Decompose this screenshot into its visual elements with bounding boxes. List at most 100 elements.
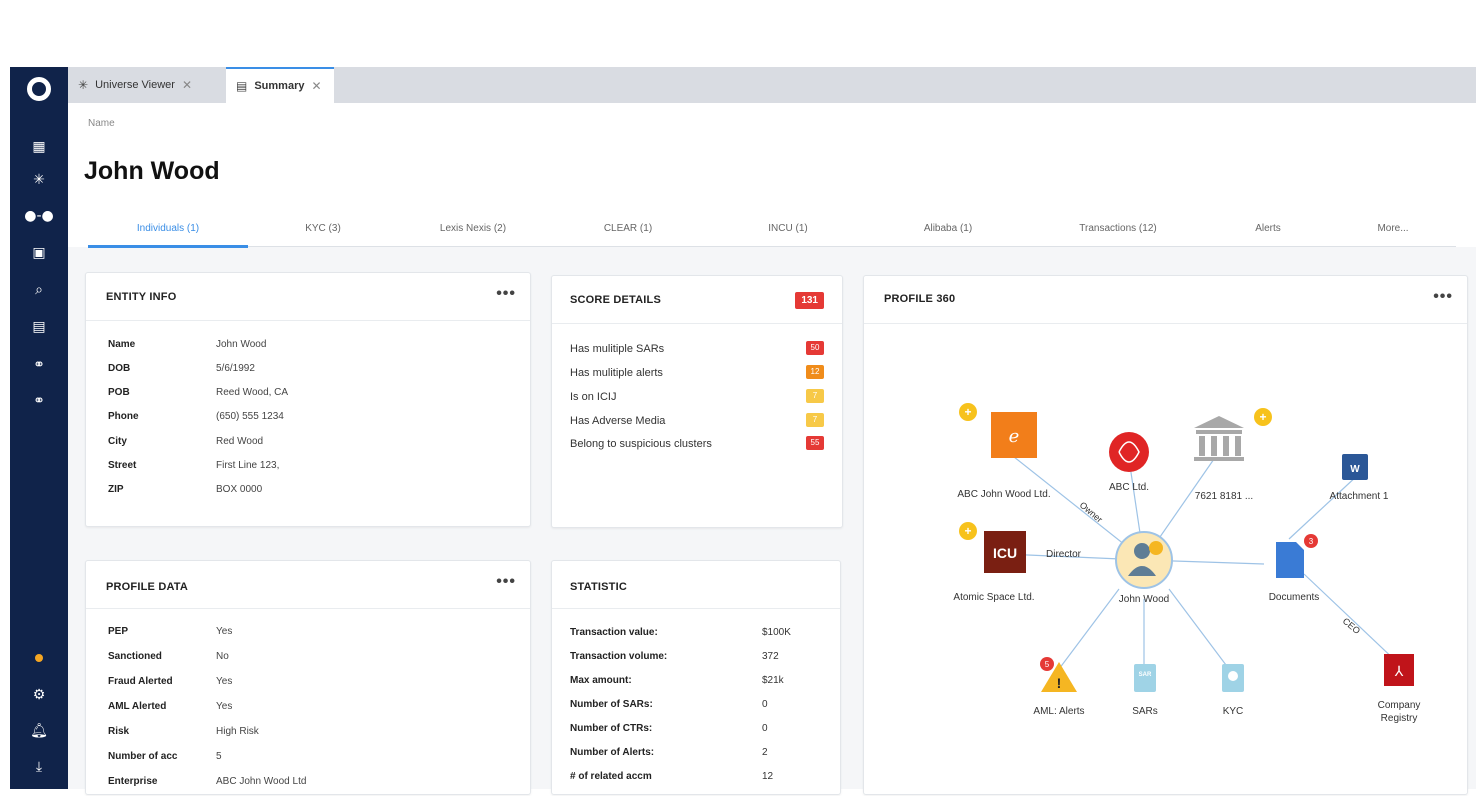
tab-transactions[interactable]: Transactions (12) [1028, 223, 1208, 234]
tab-incu[interactable]: INCU (1) [708, 223, 868, 234]
network-icon: ✳ [78, 78, 89, 92]
score-label: Has Adverse Media [570, 415, 666, 427]
card-title: SCORE DETAILS [570, 294, 662, 306]
statistic-card: STATISTIC Transaction value: $100K Transa… [551, 560, 841, 795]
stat-value: 0 [762, 699, 768, 710]
status-dot [35, 654, 43, 662]
score-row: Is on ICIJ 7 [570, 389, 824, 403]
field-label: Enterprise [108, 776, 158, 787]
field-value: John Wood [216, 339, 267, 350]
score-label: Belong to suspicious clusters [570, 438, 712, 450]
field-value: ABC John Wood Ltd [216, 776, 307, 787]
edge-label-owner: Owner [1078, 500, 1105, 525]
field-label: Risk [108, 726, 130, 737]
edge-label-ceo: CEO [1341, 616, 1362, 636]
report-icon[interactable]: ▤ [29, 317, 49, 337]
field-label: Phone [108, 411, 139, 422]
field-value: Yes [216, 626, 233, 637]
svg-text:W: W [1350, 464, 1360, 475]
documents-icon[interactable] [1276, 542, 1304, 578]
more-options-icon[interactable]: ••• [496, 573, 516, 591]
node-label: SARs [1132, 706, 1158, 717]
search-icon[interactable]: ⌕ [29, 280, 49, 300]
chain-icon-2[interactable]: ⚭ [29, 391, 49, 411]
profile-data-card: PROFILE DATA ••• PEP Yes Sanctioned No Fra… [85, 560, 531, 795]
tab-kyc[interactable]: KYC (3) [248, 223, 398, 234]
sar-icon[interactable] [1134, 664, 1156, 692]
more-options-icon[interactable]: ••• [1433, 288, 1453, 306]
settings-icon[interactable]: ⚙ [29, 685, 49, 705]
score-badge: 55 [806, 436, 824, 450]
tab-summary[interactable]: ▤ Summary ✕ [226, 67, 334, 103]
stat-label: Number of CTRs: [570, 723, 653, 734]
score-row: Has Adverse Media 7 [570, 413, 824, 427]
field-label: Sanctioned [108, 651, 162, 662]
stat-value: $100K [762, 627, 791, 638]
link-nodes-icon[interactable]: ●‑● [24, 206, 53, 226]
grid-icon[interactable]: ▦ [29, 137, 49, 157]
card-title: STATISTIC [570, 581, 627, 593]
stat-label: Transaction value: [570, 627, 658, 638]
field-label: Fraud Alerted [108, 676, 173, 687]
field-value: BOX 0000 [216, 484, 263, 495]
network-icon[interactable]: ✳ [29, 170, 49, 190]
logo-icon[interactable] [27, 77, 51, 101]
node-label: Atomic Space Ltd. [953, 592, 1035, 603]
card-header: SCORE DETAILS 131 [552, 276, 842, 324]
chain-icon[interactable]: ⚭ [29, 355, 49, 375]
stat-value: 12 [762, 771, 774, 782]
tab-universe-viewer[interactable]: ✳ Universe Viewer ✕ [68, 67, 226, 103]
svg-text:3: 3 [1309, 537, 1314, 546]
abc-logo-icon[interactable] [1109, 432, 1149, 472]
bank-icon[interactable] [1194, 416, 1244, 461]
field-label: ZIP [108, 484, 124, 495]
close-icon[interactable]: ✕ [182, 78, 192, 92]
card-header: ENTITY INFO ••• [86, 273, 530, 321]
tab-alerts[interactable]: Alerts [1208, 223, 1328, 234]
stat-label: Number of SARs: [570, 699, 653, 710]
field-value: Yes [216, 701, 233, 712]
tab-lexis-nexis[interactable]: Lexis Nexis (2) [398, 223, 548, 234]
relationship-graph: e + + W ICU + 3 ! 5 SAR ⅄ Owner Director… [864, 324, 1467, 794]
entity-info-card: ENTITY INFO ••• Name John Wood DOB 5/6/199… [85, 272, 531, 527]
stat-value: 2 [762, 747, 768, 758]
card-title: PROFILE DATA [106, 581, 189, 593]
edge [1288, 473, 1360, 540]
card-title: PROFILE 360 [884, 293, 956, 305]
node-label: ABC Ltd. [1108, 482, 1150, 493]
close-icon[interactable]: ✕ [311, 79, 321, 93]
node-label: KYC [1222, 706, 1244, 717]
field-label: Number of acc [108, 751, 178, 762]
score-label: Is on ICIJ [570, 391, 617, 403]
svg-text:SAR: SAR [1139, 672, 1152, 678]
score-row: Has mulitiple SARs 50 [570, 341, 824, 355]
download-icon[interactable]: ⤓ [29, 757, 49, 777]
more-options-icon[interactable]: ••• [496, 285, 516, 303]
tab-individuals[interactable]: Individuals (1) [88, 223, 248, 234]
tab-more[interactable]: More... [1328, 223, 1458, 234]
svg-text:5: 5 [1045, 660, 1050, 669]
score-label: Has mulitiple alerts [570, 367, 663, 379]
bell-icon[interactable]: 🔔︎ [29, 721, 49, 741]
svg-text:+: + [1259, 410, 1266, 424]
center-node[interactable] [1115, 531, 1173, 589]
field-value: 5/6/1992 [216, 363, 255, 374]
card-header: PROFILE 360 ••• [864, 276, 1467, 324]
tab-clear[interactable]: CLEAR (1) [548, 223, 708, 234]
field-value: Yes [216, 676, 233, 687]
graph-edges: e + + W ICU + 3 ! 5 SAR ⅄ Owner Director… [959, 403, 1414, 692]
tab-alibaba[interactable]: Alibaba (1) [868, 223, 1028, 234]
field-value: 5 [216, 751, 222, 762]
field-value: (650) 555 1234 [216, 411, 284, 422]
score-label: Has mulitiple SARs [570, 343, 665, 355]
briefcase-icon[interactable]: ▣ [29, 243, 49, 263]
field-label: Name [108, 339, 136, 350]
card-header: STATISTIC [552, 561, 840, 609]
page-header: Name John Wood Individuals (1) KYC (3) L… [68, 103, 1476, 248]
field-value: First Line 123, [216, 460, 280, 471]
svg-text:e: e [1009, 426, 1020, 447]
field-label: City [108, 436, 127, 447]
name-label: Name [88, 118, 115, 129]
active-tab-indicator [88, 245, 248, 248]
tab-label: Summary [254, 80, 305, 92]
